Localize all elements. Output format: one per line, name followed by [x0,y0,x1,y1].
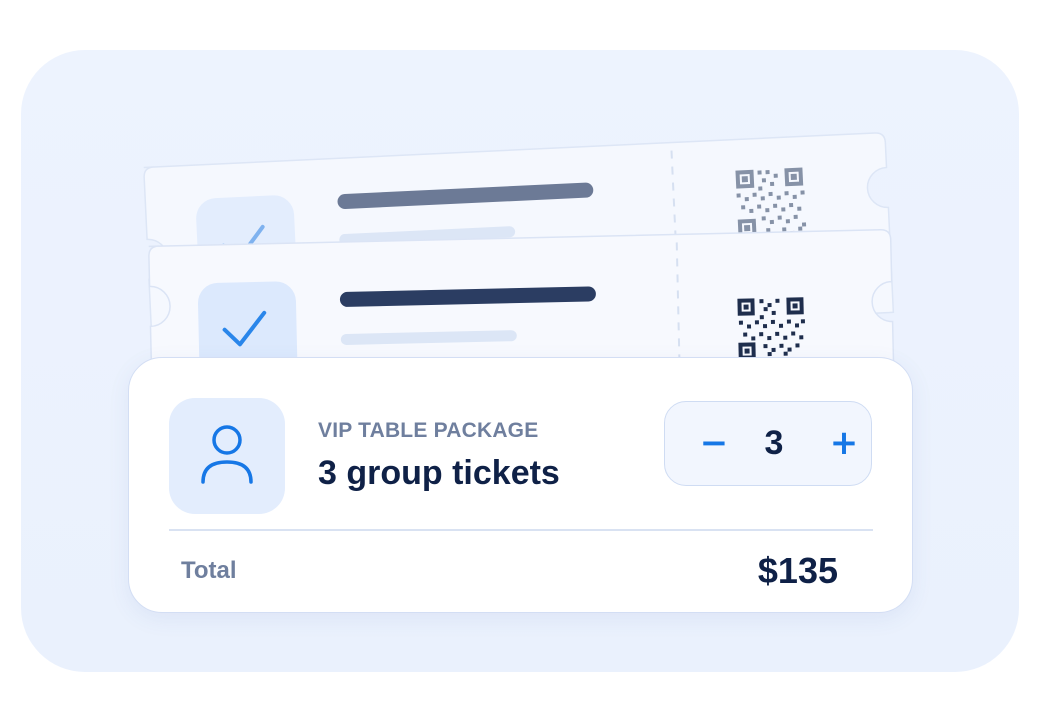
divider [169,529,873,531]
decrement-button[interactable]: − [684,402,744,485]
package-label: VIP TABLE PACKAGE [318,419,539,442]
ticket-title: 3 group tickets [318,454,560,492]
total-label: Total [181,557,237,584]
ticket-summary-card: VIP TABLE PACKAGE 3 group tickets − 3 + … [128,357,913,613]
total-value: $135 [757,550,838,591]
quantity-stepper: − 3 + [664,401,872,486]
avatar [169,398,285,514]
increment-button[interactable]: + [814,402,874,485]
quantity-value: 3 [764,424,784,462]
user-icon [201,425,253,484]
